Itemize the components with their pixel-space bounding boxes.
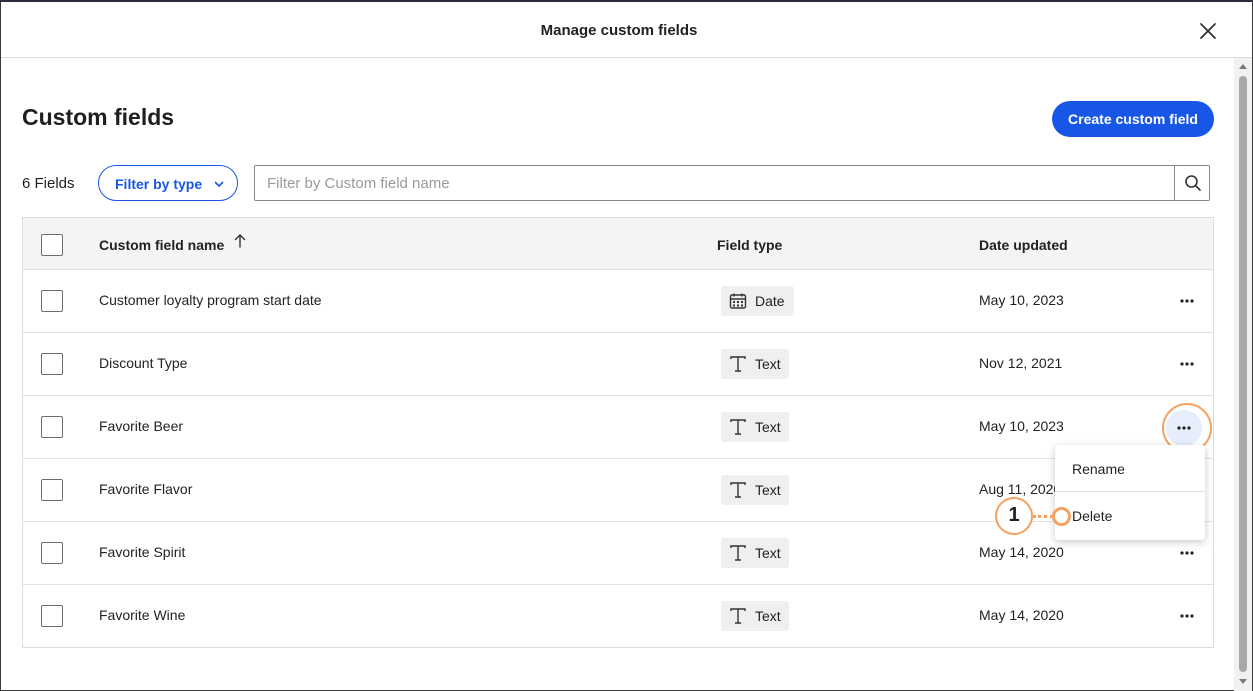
field-name: Favorite Spirit <box>99 544 186 560</box>
field-type-label: Text <box>755 356 781 372</box>
menu-item-label: Rename <box>1072 461 1125 477</box>
column-header-date[interactable]: Date updated <box>979 237 1068 253</box>
table-row: Customer loyalty program start date Date… <box>23 270 1213 333</box>
table-row: Favorite Flavor Text Aug 11, 2020 <box>23 459 1213 522</box>
field-type-chip: Text <box>721 538 789 568</box>
dialog-header: Manage custom fields <box>1 2 1252 58</box>
menu-item-rename[interactable]: Rename <box>1055 445 1205 491</box>
more-horizontal-icon <box>1180 614 1194 618</box>
scroll-down-arrow-icon[interactable] <box>1239 679 1247 684</box>
filter-by-type-dropdown[interactable]: Filter by type <box>98 165 238 201</box>
more-horizontal-icon <box>1180 551 1194 555</box>
create-custom-field-button[interactable]: Create custom field <box>1052 101 1214 137</box>
field-count: 6 Fields <box>22 175 75 192</box>
text-type-icon <box>730 545 746 561</box>
field-type-chip: Text <box>721 601 789 631</box>
step-callout-badge: 1 <box>995 497 1033 535</box>
select-all-checkbox[interactable] <box>41 234 63 256</box>
row-checkbox[interactable] <box>41 353 63 375</box>
search-box <box>254 165 1210 201</box>
field-name: Favorite Flavor <box>99 481 193 497</box>
sort-ascending-icon[interactable] <box>233 233 247 249</box>
table-row: Favorite Beer Text May 10, 2023 <box>23 396 1213 459</box>
text-type-icon <box>730 419 746 435</box>
more-actions-button[interactable] <box>1173 539 1201 567</box>
menu-item-label: Delete <box>1072 508 1113 524</box>
field-name: Favorite Beer <box>99 418 184 434</box>
filter-by-type-label: Filter by type <box>115 176 203 192</box>
more-horizontal-icon <box>1180 362 1194 366</box>
field-type-chip: Text <box>721 412 789 442</box>
dialog-title: Manage custom fields <box>540 22 698 39</box>
callout-target-marker <box>1052 507 1071 526</box>
date-updated: May 10, 2023 <box>979 292 1064 308</box>
chevron-down-icon <box>214 181 224 187</box>
calendar-icon <box>729 293 747 309</box>
vertical-scrollbar[interactable] <box>1234 58 1252 691</box>
row-checkbox[interactable] <box>41 479 63 501</box>
scrollbar-thumb[interactable] <box>1239 76 1247 672</box>
field-name: Discount Type <box>99 355 188 371</box>
date-updated: Nov 12, 2021 <box>979 355 1063 371</box>
menu-item-delete[interactable]: Delete <box>1055 492 1205 538</box>
search-icon <box>1185 175 1201 191</box>
field-name: Favorite Wine <box>99 607 186 623</box>
search-button[interactable] <box>1174 166 1209 200</box>
close-icon <box>1200 23 1216 39</box>
field-type-label: Text <box>755 482 781 498</box>
table-row: Favorite Wine Text May 14, 2020 <box>23 585 1213 648</box>
row-checkbox[interactable] <box>41 605 63 627</box>
field-type-label: Text <box>755 608 781 624</box>
context-menu: Rename Delete <box>1055 445 1205 540</box>
table-row: Discount Type Text Nov 12, 2021 <box>23 333 1213 396</box>
more-actions-button[interactable] <box>1173 350 1201 378</box>
table-header: Custom field name Field type Date update… <box>23 218 1213 270</box>
column-header-type: Field type <box>717 237 783 253</box>
field-type-chip: Date <box>721 286 794 316</box>
more-actions-button[interactable] <box>1173 287 1201 315</box>
close-button[interactable] <box>1196 19 1220 43</box>
more-horizontal-icon <box>1180 299 1194 303</box>
date-updated: May 14, 2020 <box>979 544 1064 560</box>
row-checkbox[interactable] <box>41 416 63 438</box>
field-type-label: Date <box>755 293 785 309</box>
field-name: Customer loyalty program start date <box>99 292 322 308</box>
more-actions-button[interactable] <box>1173 602 1201 630</box>
field-type-label: Text <box>755 419 781 435</box>
field-type-chip: Text <box>721 349 789 379</box>
date-updated: May 14, 2020 <box>979 607 1064 623</box>
scroll-up-arrow-icon[interactable] <box>1239 64 1247 69</box>
text-type-icon <box>730 482 746 498</box>
text-type-icon <box>730 608 746 624</box>
search-input[interactable] <box>255 166 1174 200</box>
field-type-label: Text <box>755 545 781 561</box>
date-updated: May 10, 2023 <box>979 418 1064 434</box>
field-type-chip: Text <box>721 475 789 505</box>
table-row: Favorite Spirit Text May 14, 2020 <box>23 522 1213 585</box>
callout-connector <box>1033 515 1053 518</box>
page-title: Custom fields <box>22 104 175 130</box>
date-updated: Aug 11, 2020 <box>979 481 1062 497</box>
row-checkbox[interactable] <box>41 542 63 564</box>
row-checkbox[interactable] <box>41 290 63 312</box>
custom-fields-table: Custom field name Field type Date update… <box>22 217 1214 648</box>
column-header-name[interactable]: Custom field name <box>99 237 224 253</box>
text-type-icon <box>730 356 746 372</box>
